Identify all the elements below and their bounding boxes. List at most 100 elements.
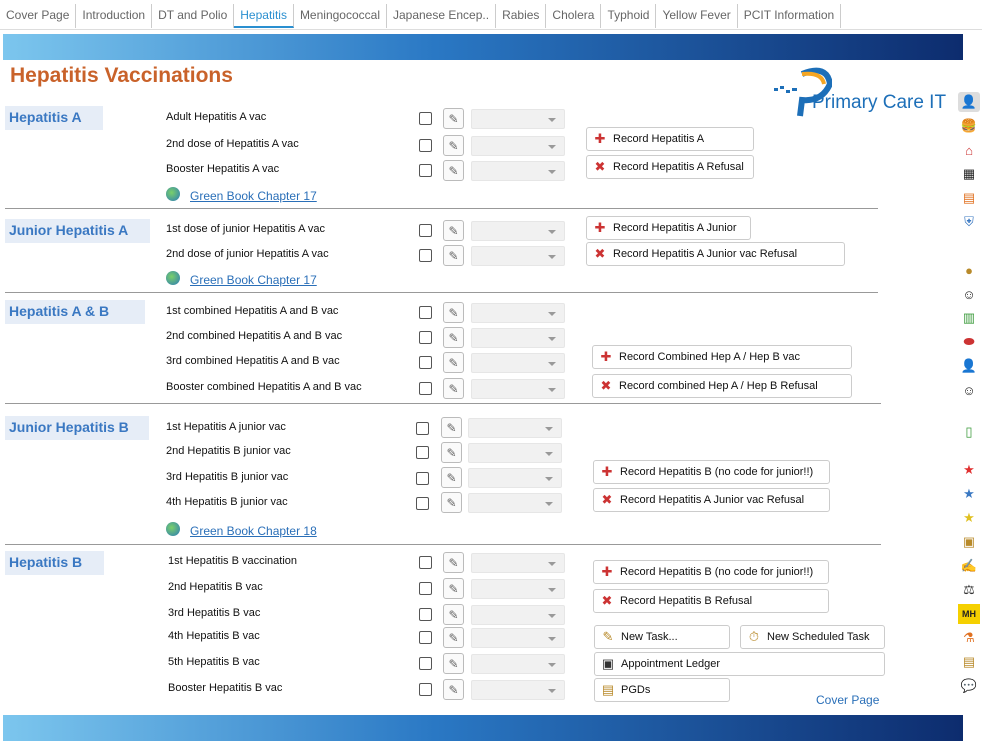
date-dropdown[interactable] (471, 654, 565, 674)
red-star-icon[interactable]: ★ (958, 460, 980, 480)
tab-dt-polio[interactable]: DT and Polio (152, 4, 235, 28)
date-dropdown[interactable] (471, 136, 565, 156)
new-scheduled-task-button[interactable]: ⏱ New Scheduled Task (740, 625, 885, 649)
green-book-link[interactable]: Green Book Chapter 17 (190, 273, 317, 287)
blue-star-icon[interactable]: ★ (958, 484, 980, 504)
green-book-link[interactable]: Green Book Chapter 17 (190, 189, 317, 203)
checkbox[interactable] (419, 631, 432, 644)
pencil-icon[interactable]: ✎ (443, 352, 464, 373)
pencil-icon[interactable]: ✎ (441, 492, 462, 513)
note-icon[interactable]: ▣ (958, 532, 980, 552)
checkbox[interactable] (419, 556, 432, 569)
date-dropdown[interactable] (471, 680, 565, 700)
tab-meningococcal[interactable]: Meningococcal (294, 4, 387, 28)
pencil-icon[interactable]: ✎ (443, 679, 464, 700)
checkbox[interactable] (419, 306, 432, 319)
checkbox[interactable] (419, 683, 432, 696)
at-icon[interactable]: ▤ (958, 188, 980, 208)
record-hepatitis-a-refusal-button[interactable]: ✖ Record Hepatitis A Refusal (586, 155, 754, 179)
date-dropdown[interactable] (468, 468, 562, 488)
tab-pcit-information[interactable]: PCIT Information (738, 4, 842, 28)
record-hepatitis-b-button[interactable]: ✚ Record Hepatitis B (no code for junior!… (593, 560, 829, 584)
pencil-icon[interactable]: ✎ (443, 135, 464, 156)
checkbox[interactable] (419, 164, 432, 177)
pencil-icon[interactable]: ✎ (443, 245, 464, 266)
house-icon[interactable]: ⌂ (958, 140, 980, 160)
nurse-icon[interactable]: ☺ (958, 284, 980, 304)
tab-rabies[interactable]: Rabies (496, 4, 547, 28)
yellow-star-icon[interactable]: ★ (958, 508, 980, 528)
date-dropdown[interactable] (468, 493, 562, 513)
chat-icon[interactable]: 💬 (958, 676, 980, 696)
date-dropdown[interactable] (468, 443, 562, 463)
date-dropdown[interactable] (471, 628, 565, 648)
checkbox[interactable] (416, 497, 429, 510)
gms-icon[interactable]: ● (958, 260, 980, 280)
scales-icon[interactable]: ⚖ (958, 580, 980, 600)
doctor-icon[interactable]: ☺ (958, 380, 980, 400)
date-dropdown[interactable] (471, 579, 565, 599)
record-combined-hep-a-b-button[interactable]: ✚ Record Combined Hep A / Hep B vac (592, 345, 852, 369)
checkbox[interactable] (419, 657, 432, 670)
spd-icon[interactable]: ▦ (958, 164, 980, 184)
chart-icon[interactable]: ▥ (958, 308, 980, 328)
pgds-button[interactable]: ▤ PGDs (594, 678, 730, 702)
pencil-icon[interactable]: ✎ (443, 653, 464, 674)
checkbox[interactable] (419, 608, 432, 621)
appointment-ledger-button[interactable]: ▣ Appointment Ledger (594, 652, 885, 676)
checkbox[interactable] (419, 331, 432, 344)
record-hepatitis-a-junior-refusal-button-2[interactable]: ✖ Record Hepatitis A Junior vac Refusal (593, 488, 830, 512)
record-hepatitis-a-junior-refusal-button[interactable]: ✖ Record Hepatitis A Junior vac Refusal (586, 242, 845, 266)
pencil-icon[interactable]: ✎ (443, 327, 464, 348)
phone-icon[interactable]: ▯ (958, 422, 980, 442)
pencil-icon[interactable]: ✎ (443, 604, 464, 625)
pill-icon[interactable]: ⬬ (958, 332, 980, 352)
mh-icon[interactable]: MH (958, 604, 980, 624)
cover-page-link[interactable]: Cover Page (816, 693, 879, 707)
signature-icon[interactable]: ✍ (958, 556, 980, 576)
pencil-icon[interactable]: ✎ (443, 160, 464, 181)
checkbox[interactable] (416, 446, 429, 459)
pencil-icon[interactable]: ✎ (443, 108, 464, 129)
record-hepatitis-b-junior-button[interactable]: ✚ Record Hepatitis B (no code for junior!… (593, 460, 830, 484)
date-dropdown[interactable] (471, 161, 565, 181)
record-hepatitis-a-button[interactable]: ✚ Record Hepatitis A (586, 127, 754, 151)
checkbox[interactable] (419, 224, 432, 237)
date-dropdown[interactable] (471, 221, 565, 241)
user-icon[interactable]: 👤 (958, 356, 980, 376)
date-dropdown[interactable] (471, 328, 565, 348)
tab-typhoid[interactable]: Typhoid (601, 4, 657, 28)
tab-japanese-encep[interactable]: Japanese Encep.. (387, 4, 497, 28)
date-dropdown[interactable] (471, 246, 565, 266)
checkbox[interactable] (419, 582, 432, 595)
checkbox[interactable] (419, 139, 432, 152)
date-dropdown[interactable] (471, 353, 565, 373)
pencil-icon[interactable]: ✎ (443, 627, 464, 648)
tab-yellow-fever[interactable]: Yellow Fever (656, 4, 738, 28)
pencil-icon[interactable]: ✎ (441, 467, 462, 488)
tab-introduction[interactable]: Introduction (76, 4, 153, 28)
test-tube-icon[interactable]: ⚗ (958, 628, 980, 648)
date-dropdown[interactable] (468, 418, 562, 438)
tab-cover-page[interactable]: Cover Page (0, 4, 77, 28)
date-dropdown[interactable] (471, 553, 565, 573)
new-task-button[interactable]: ✎ New Task... (594, 625, 730, 649)
pencil-icon[interactable]: ✎ (443, 552, 464, 573)
shield-doc-icon[interactable]: ⛨ (958, 212, 980, 232)
date-dropdown[interactable] (471, 605, 565, 625)
record-combined-hep-a-b-refusal-button[interactable]: ✖ Record combined Hep A / Hep B Refusal (592, 374, 852, 398)
pencil-icon[interactable]: ✎ (443, 578, 464, 599)
date-dropdown[interactable] (471, 303, 565, 323)
checkbox[interactable] (416, 472, 429, 485)
tab-hepatitis[interactable]: Hepatitis (234, 4, 294, 28)
copy-icon[interactable]: ▤ (958, 652, 980, 672)
pencil-icon[interactable]: ✎ (443, 302, 464, 323)
green-book-link[interactable]: Green Book Chapter 18 (190, 524, 317, 538)
record-hepatitis-b-refusal-button[interactable]: ✖ Record Hepatitis B Refusal (593, 589, 829, 613)
checkbox[interactable] (419, 112, 432, 125)
date-dropdown[interactable] (471, 109, 565, 129)
user-search-icon[interactable]: 👤 (958, 92, 980, 112)
pencil-icon[interactable]: ✎ (441, 442, 462, 463)
checkbox[interactable] (416, 422, 429, 435)
checkbox[interactable] (419, 249, 432, 262)
